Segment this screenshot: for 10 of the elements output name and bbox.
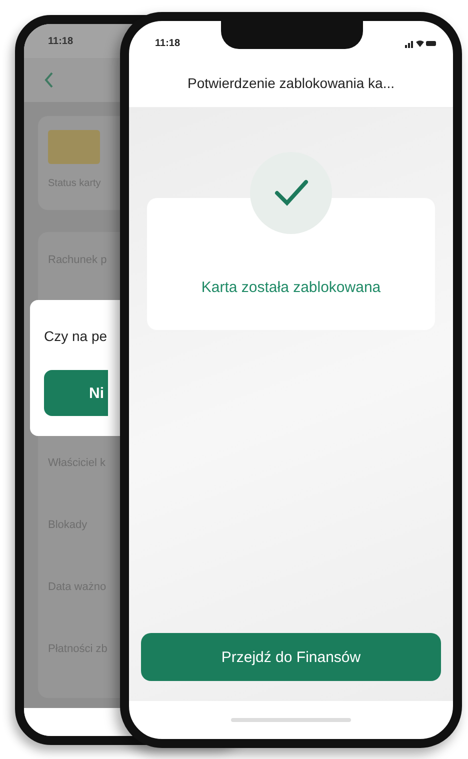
- success-message: Karta została zablokowana: [201, 279, 381, 296]
- status-icons: [405, 38, 437, 48]
- back-chevron-icon[interactable]: [44, 72, 54, 88]
- go-to-finances-button[interactable]: Przejdź do Finansów: [141, 633, 441, 681]
- checkmark-icon: [250, 152, 332, 234]
- status-time: 11:18: [155, 38, 180, 48]
- dialog-button[interactable]: Ni: [44, 370, 108, 416]
- dialog-text: Czy na pe: [44, 328, 108, 344]
- status-time: 11:18: [48, 36, 74, 46]
- card-picture: [48, 130, 100, 164]
